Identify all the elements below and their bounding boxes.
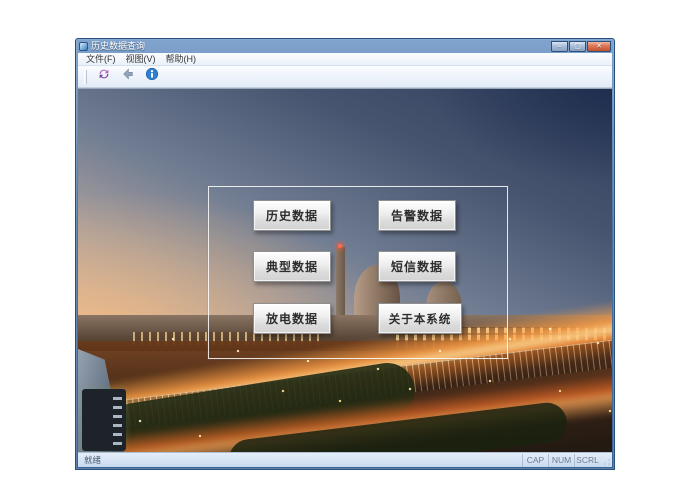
close-button[interactable]: ✕ (587, 41, 611, 52)
caps-lock-indicator: CAP (522, 454, 548, 467)
menu-file[interactable]: 文件(F) (82, 54, 120, 65)
back-toolbar-button[interactable] (119, 68, 137, 86)
window-body: 文件(F) 视图(V) 帮助(H) (78, 53, 612, 467)
about-toolbar-button[interactable] (143, 68, 161, 86)
alarm-data-button[interactable]: 告警数据 (378, 200, 456, 231)
back-arrow-icon (121, 67, 135, 86)
app-window: 历史数据查询 – ▢ ✕ 文件(F) 视图(V) 帮助(H) (75, 38, 615, 470)
about-system-button[interactable]: 关于本系统 (378, 303, 462, 334)
window-title: 历史数据查询 (91, 42, 145, 51)
typical-data-button[interactable]: 典型数据 (253, 251, 331, 282)
info-icon (145, 67, 159, 86)
status-message: 就绪 (78, 454, 522, 466)
toolbar (78, 66, 612, 88)
app-icon (79, 42, 88, 51)
window-controls: – ▢ ✕ (551, 41, 611, 52)
menu-help[interactable]: 帮助(H) (162, 54, 201, 65)
num-lock-indicator: NUM (548, 454, 574, 467)
resize-grip[interactable] (600, 454, 612, 467)
parking-lot (82, 389, 126, 451)
history-data-button[interactable]: 历史数据 (253, 200, 331, 231)
photo-background: 历史数据 告警数据 典型数据 短信数据 放电数据 关于本系统 (78, 88, 612, 452)
titlebar[interactable]: 历史数据查询 – ▢ ✕ (76, 39, 614, 53)
desktop-background: 历史数据查询 – ▢ ✕ 文件(F) 视图(V) 帮助(H) (0, 0, 690, 500)
sync-icon (97, 67, 111, 86)
sms-data-button[interactable]: 短信数据 (378, 251, 456, 282)
toolbar-grip (84, 70, 87, 84)
discharge-data-button[interactable]: 放电数据 (253, 303, 331, 334)
maximize-button[interactable]: ▢ (569, 41, 586, 52)
scroll-lock-indicator: SCRL (574, 454, 600, 467)
menu-view[interactable]: 视图(V) (122, 54, 160, 65)
menu-bar: 文件(F) 视图(V) 帮助(H) (78, 53, 612, 66)
sync-toolbar-button[interactable] (95, 68, 113, 86)
minimize-button[interactable]: – (551, 41, 568, 52)
status-bar: 就绪 CAP NUM SCRL (78, 452, 612, 467)
